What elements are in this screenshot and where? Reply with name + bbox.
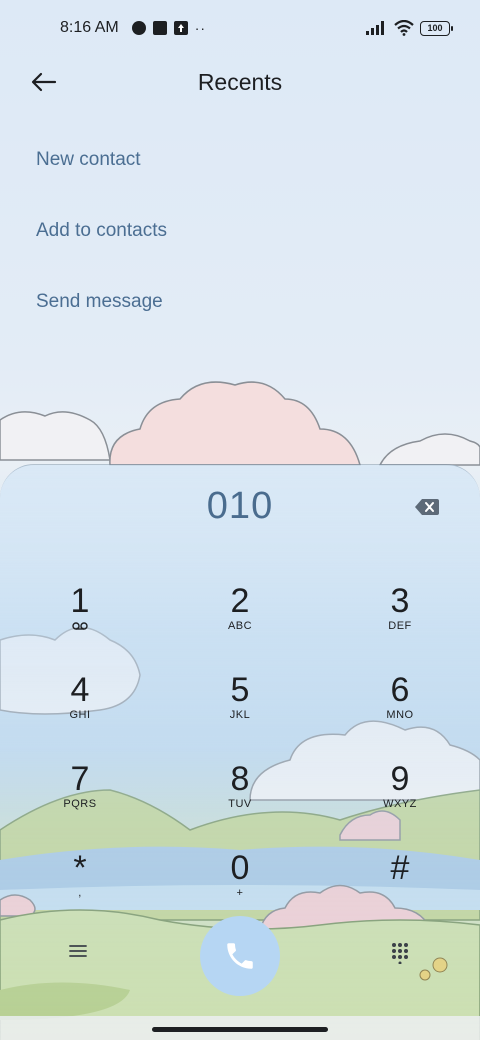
menu-icon xyxy=(69,945,87,957)
more-dots-icon: ·· xyxy=(194,20,207,36)
header: Recents xyxy=(0,56,480,108)
add-to-contacts-button[interactable]: Add to contacts xyxy=(36,201,167,272)
back-arrow-icon xyxy=(31,72,57,92)
upload-icon xyxy=(173,21,188,35)
menu-button[interactable] xyxy=(66,942,92,964)
key-digit: 0 xyxy=(230,849,250,887)
key-letters: , xyxy=(78,887,82,899)
key-2[interactable]: 2 ABC xyxy=(185,568,295,648)
key-6[interactable]: 6 MNO xyxy=(345,657,455,737)
back-button[interactable] xyxy=(28,68,60,96)
key-letters: TUV xyxy=(228,798,252,810)
key-digit: 8 xyxy=(230,760,250,798)
dialed-number: 010 xyxy=(206,485,274,527)
key-5[interactable]: 5 JKL xyxy=(185,657,295,737)
key-letters: JKL xyxy=(229,709,251,721)
new-contact-button[interactable]: New contact xyxy=(36,130,167,201)
key-digit: * xyxy=(73,849,87,887)
key-8[interactable]: 8 TUV xyxy=(185,746,295,826)
key-digit: 3 xyxy=(390,582,410,620)
key-4[interactable]: 4 GHI xyxy=(25,657,135,737)
key-digit: # xyxy=(390,849,410,887)
key-1[interactable]: 1 xyxy=(25,568,135,648)
key-digit: 9 xyxy=(390,760,410,798)
key-digit: 7 xyxy=(70,760,90,798)
key-7[interactable]: 7 PQRS xyxy=(25,746,135,826)
call-button[interactable] xyxy=(200,916,280,996)
dialpad-toggle-button[interactable] xyxy=(390,942,414,966)
wallet-icon xyxy=(131,21,146,35)
battery-icon: 100 xyxy=(420,20,453,36)
signal-icon xyxy=(366,21,384,35)
action-list: New contact Add to contacts Send message xyxy=(36,130,167,343)
key-letters: ABC xyxy=(227,620,253,632)
key-letters: PQRS xyxy=(63,798,97,810)
backspace-button[interactable] xyxy=(414,497,440,517)
key-letters: + xyxy=(236,887,244,899)
key-star[interactable]: * , xyxy=(25,835,135,915)
key-letters: GHI xyxy=(69,709,91,721)
page-title: Recents xyxy=(197,68,283,95)
wifi-icon xyxy=(394,20,414,36)
key-letters: WXYZ xyxy=(383,798,417,810)
battery-level: 100 xyxy=(427,23,443,33)
key-digit: 4 xyxy=(70,671,90,709)
key-hash[interactable]: # xyxy=(345,835,455,915)
voicemail-icon xyxy=(72,622,88,630)
key-3[interactable]: 3 DEF xyxy=(345,568,455,648)
key-digit: 5 xyxy=(230,671,250,709)
home-indicator[interactable] xyxy=(152,1027,328,1032)
backspace-icon xyxy=(415,499,439,515)
key-letters: DEF xyxy=(388,620,412,632)
key-digit: 6 xyxy=(390,671,410,709)
status-time: 8:16 AM xyxy=(60,19,119,36)
key-digit: 1 xyxy=(70,582,90,620)
key-digit: 2 xyxy=(230,582,250,620)
app-square-icon xyxy=(152,21,167,35)
key-letters: MNO xyxy=(386,709,414,721)
phone-icon xyxy=(227,943,253,969)
dialpad-grid-icon xyxy=(392,943,408,965)
key-0[interactable]: 0 + xyxy=(185,835,295,915)
key-9[interactable]: 9 WXYZ xyxy=(345,746,455,826)
status-bar: 8:16 AM ·· 100 xyxy=(0,0,480,56)
send-message-button[interactable]: Send message xyxy=(36,272,167,343)
